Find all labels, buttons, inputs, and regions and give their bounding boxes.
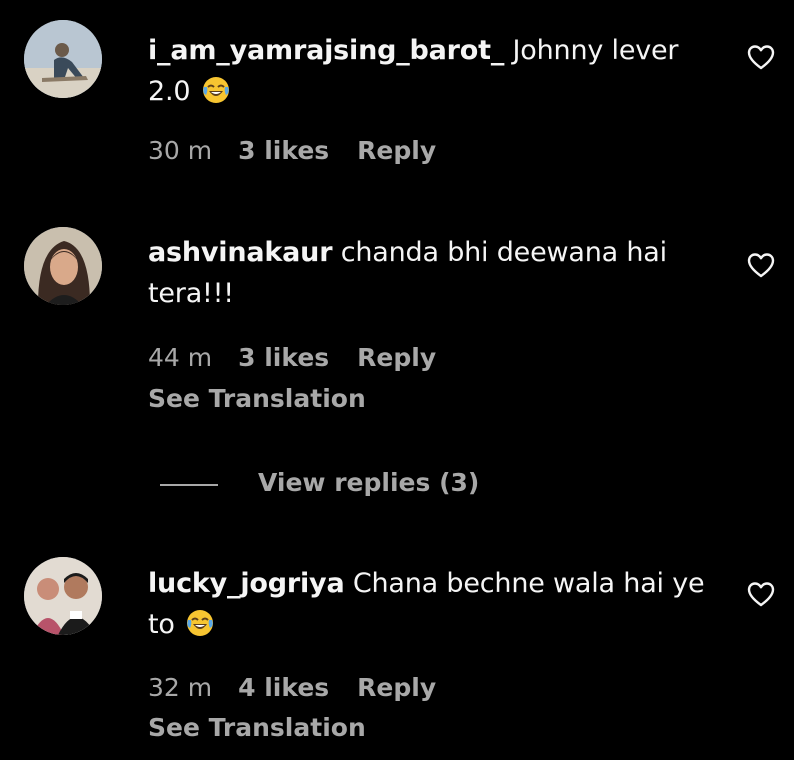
timestamp: 32 m <box>148 673 213 702</box>
avatar-photo <box>24 20 102 98</box>
comment-meta: 32 m 4 likes Reply <box>148 673 436 703</box>
divider-line <box>160 484 218 486</box>
comment-body: ashvinakaur chanda bhi deewana hai tera!… <box>148 232 708 314</box>
timestamp: 30 m <box>148 136 213 165</box>
likes-count[interactable]: 3 likes <box>238 343 329 373</box>
comment-body: lucky_jogriya Chana bechne wala hai ye t… <box>148 563 708 645</box>
avatar-photo <box>24 227 102 305</box>
heart-icon[interactable] <box>746 251 776 279</box>
see-translation-link[interactable]: See Translation <box>148 384 366 414</box>
likes-count[interactable]: 3 likes <box>238 136 329 166</box>
username[interactable]: i_am_yamrajsing_barot_ <box>148 35 504 66</box>
view-replies-label: View replies (3) <box>258 468 480 497</box>
likes-count[interactable]: 4 likes <box>238 673 329 703</box>
reply-button[interactable]: Reply <box>357 673 436 703</box>
heart-icon[interactable] <box>746 43 776 71</box>
face-with-tears-of-joy-icon <box>201 75 231 105</box>
username[interactable]: ashvinakaur <box>148 237 333 268</box>
avatar[interactable] <box>24 557 102 635</box>
reply-button[interactable]: Reply <box>357 136 436 166</box>
comment-meta: 44 m 3 likes Reply <box>148 343 436 373</box>
face-with-tears-of-joy-icon <box>185 608 215 638</box>
avatar[interactable] <box>24 20 102 98</box>
see-translation-link[interactable]: See Translation <box>148 713 366 743</box>
avatar[interactable] <box>24 227 102 305</box>
reply-button[interactable]: Reply <box>357 343 436 373</box>
heart-icon[interactable] <box>746 580 776 608</box>
comment-meta: 30 m 3 likes Reply <box>148 136 436 166</box>
comment-body: i_am_yamrajsing_barot_ Johnny lever 2.0 <box>148 30 708 112</box>
avatar-photo <box>24 557 102 635</box>
username[interactable]: lucky_jogriya <box>148 568 345 599</box>
timestamp: 44 m <box>148 343 213 372</box>
